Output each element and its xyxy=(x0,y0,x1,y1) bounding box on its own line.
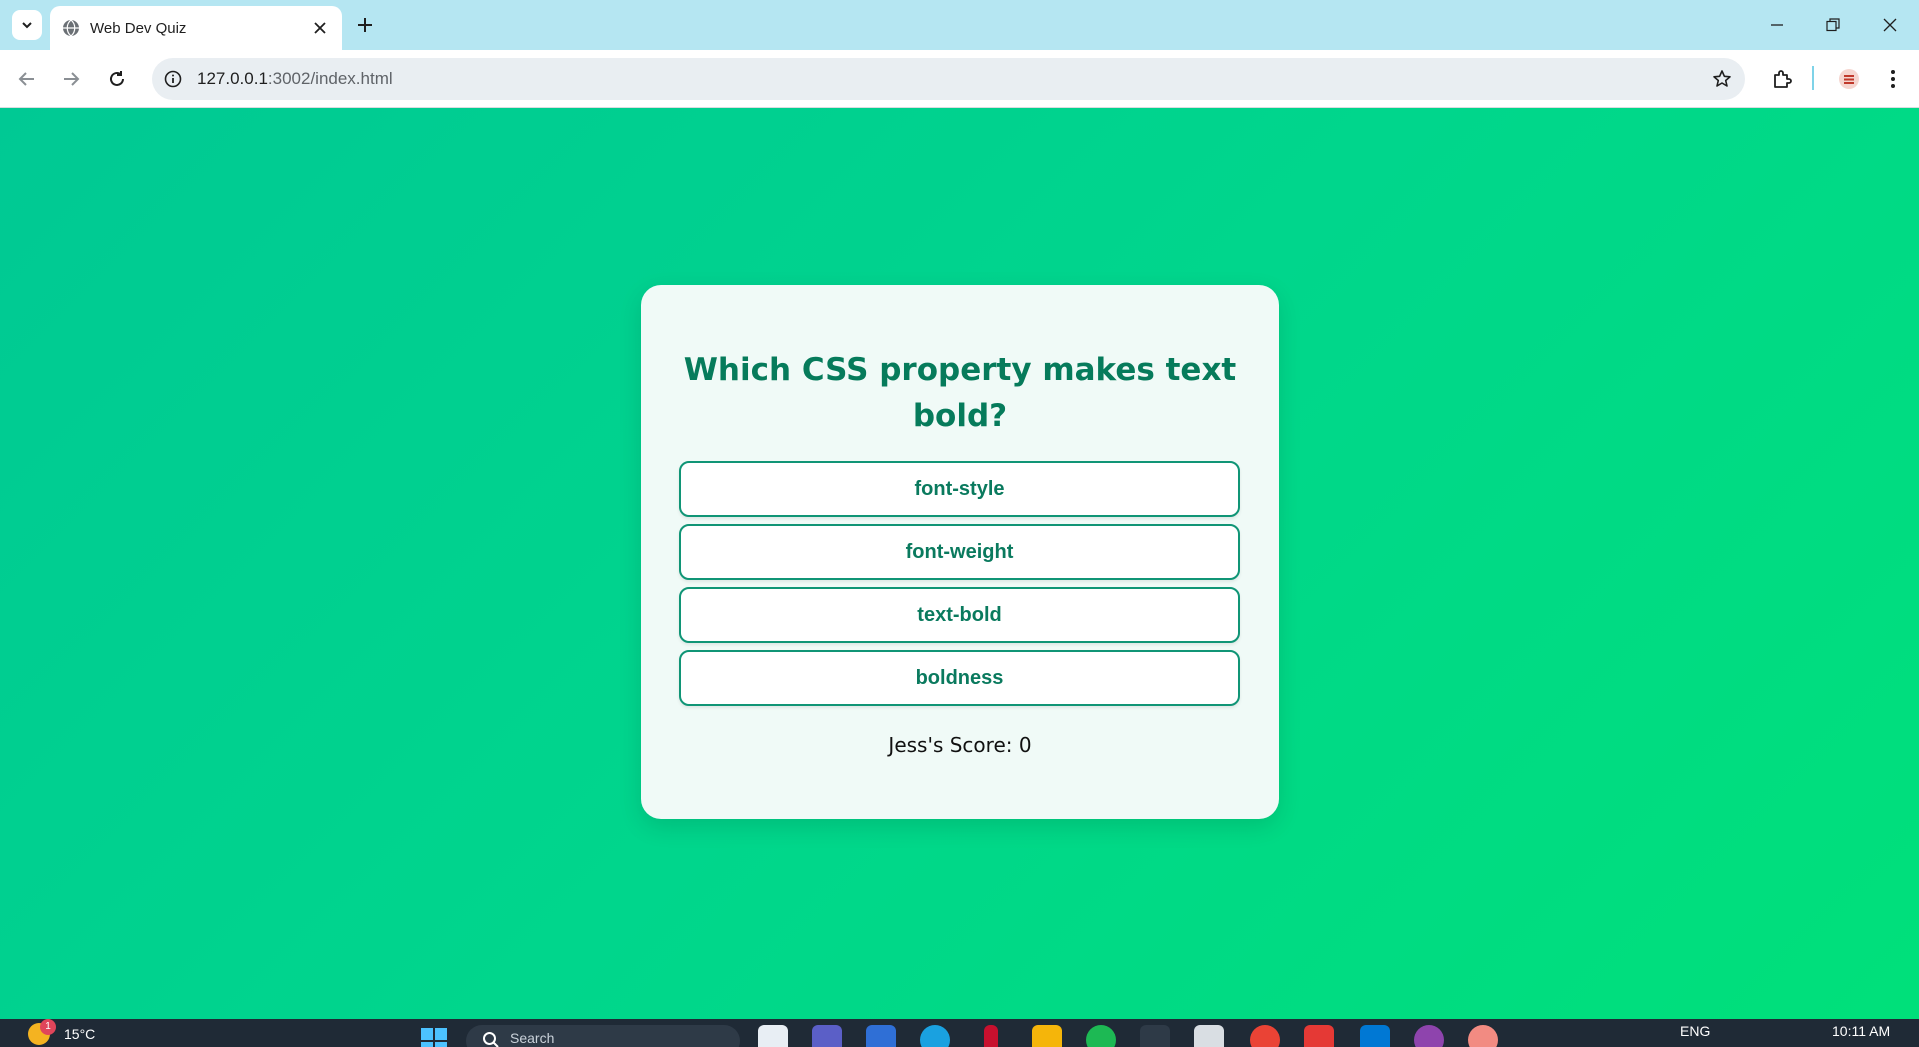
taskbar-app-purple[interactable] xyxy=(1414,1025,1444,1047)
back-icon xyxy=(18,72,34,86)
taskbar-search[interactable]: Search xyxy=(466,1025,740,1047)
forward-button[interactable] xyxy=(56,64,86,94)
windows-taskbar: 1 15°C Search ENG 10:11 AM xyxy=(0,1019,1919,1047)
browser-menu-button[interactable] xyxy=(1878,64,1908,94)
taskbar-app-chrome[interactable] xyxy=(1250,1025,1280,1047)
minimize-button[interactable] xyxy=(1764,12,1790,38)
bookmark-button[interactable] xyxy=(1711,68,1733,90)
active-tab[interactable]: Web Dev Quiz xyxy=(50,6,342,50)
answer-button-3[interactable]: text-bold xyxy=(679,587,1240,643)
weather-sun-icon: 1 xyxy=(28,1019,56,1045)
score-text: Jess's Score: 0 xyxy=(888,733,1032,757)
weather-temperature: 15°C xyxy=(64,1026,96,1042)
reload-icon xyxy=(110,71,124,86)
browser-tab-strip: Web Dev Quiz xyxy=(0,0,1919,50)
quiz-card: Which CSS property makes text bold? font… xyxy=(641,285,1279,819)
taskbar-app-teams[interactable] xyxy=(812,1025,842,1047)
answer-button-1[interactable]: font-style xyxy=(679,461,1240,517)
taskbar-app-copilot[interactable] xyxy=(866,1025,896,1047)
close-icon xyxy=(1883,18,1897,32)
site-info-button[interactable] xyxy=(162,68,184,90)
tab-list-icon xyxy=(22,22,32,29)
globe-icon xyxy=(63,19,79,37)
minimize-icon xyxy=(1771,24,1783,26)
windows-logo-icon xyxy=(421,1028,447,1047)
quiz-page: Which CSS property makes text bold? font… xyxy=(0,108,1919,1019)
kebab-menu-icon xyxy=(1891,70,1895,88)
back-button[interactable] xyxy=(12,64,42,94)
extensions-icon xyxy=(1774,70,1792,88)
tab-list-button[interactable] xyxy=(12,10,42,40)
weather-widget[interactable]: 1 15°C xyxy=(28,1019,96,1045)
restore-button[interactable] xyxy=(1820,12,1846,38)
search-icon xyxy=(483,1032,499,1047)
taskbar-app-netflix[interactable] xyxy=(984,1025,998,1047)
restore-icon xyxy=(1826,18,1840,32)
address-bar[interactable]: 127.0.0.1:3002/index.html xyxy=(152,58,1745,100)
question-text: Which CSS property makes text bold? xyxy=(683,352,1237,434)
extensions-button[interactable] xyxy=(1767,64,1797,94)
info-icon xyxy=(164,70,182,88)
system-clock[interactable]: 10:11 AM xyxy=(1832,1023,1890,1039)
close-window-button[interactable] xyxy=(1877,12,1903,38)
weather-badge: 1 xyxy=(40,1019,56,1035)
taskbar-app-chrome-active[interactable] xyxy=(1468,1025,1498,1047)
answer-button-2[interactable]: font-weight xyxy=(679,524,1240,580)
toolbar-divider xyxy=(1812,66,1814,90)
url-path: :3002/index.html xyxy=(267,69,393,88)
language-indicator[interactable]: ENG xyxy=(1680,1023,1710,1039)
star-icon xyxy=(1713,70,1731,87)
new-tab-button[interactable] xyxy=(352,12,378,38)
taskbar-app-spotify[interactable] xyxy=(1086,1025,1116,1047)
profile-button[interactable] xyxy=(1834,64,1864,94)
tab-close-button[interactable] xyxy=(310,18,330,38)
start-button[interactable] xyxy=(420,1027,448,1047)
taskbar-app-explorer[interactable] xyxy=(1032,1025,1062,1047)
plus-icon xyxy=(358,18,372,32)
taskbar-app-files[interactable] xyxy=(758,1025,788,1047)
taskbar-app-text[interactable] xyxy=(1140,1025,1170,1047)
taskbar-app-arrow[interactable] xyxy=(1194,1025,1224,1047)
profile-icon xyxy=(1839,69,1859,89)
tab-title: Web Dev Quiz xyxy=(90,20,187,37)
taskbar-app-edge[interactable] xyxy=(920,1025,950,1047)
taskbar-app-red[interactable] xyxy=(1304,1025,1334,1047)
search-placeholder: Search xyxy=(510,1030,555,1046)
answer-button-4[interactable]: boldness xyxy=(679,650,1240,706)
reload-button[interactable] xyxy=(102,64,132,94)
url-text: 127.0.0.1:3002/index.html xyxy=(197,69,393,89)
browser-toolbar: 127.0.0.1:3002/index.html xyxy=(0,50,1919,108)
close-icon xyxy=(314,22,326,34)
url-host: 127.0.0.1 xyxy=(197,69,268,88)
taskbar-app-vscode[interactable] xyxy=(1360,1025,1390,1047)
forward-icon xyxy=(64,72,80,86)
